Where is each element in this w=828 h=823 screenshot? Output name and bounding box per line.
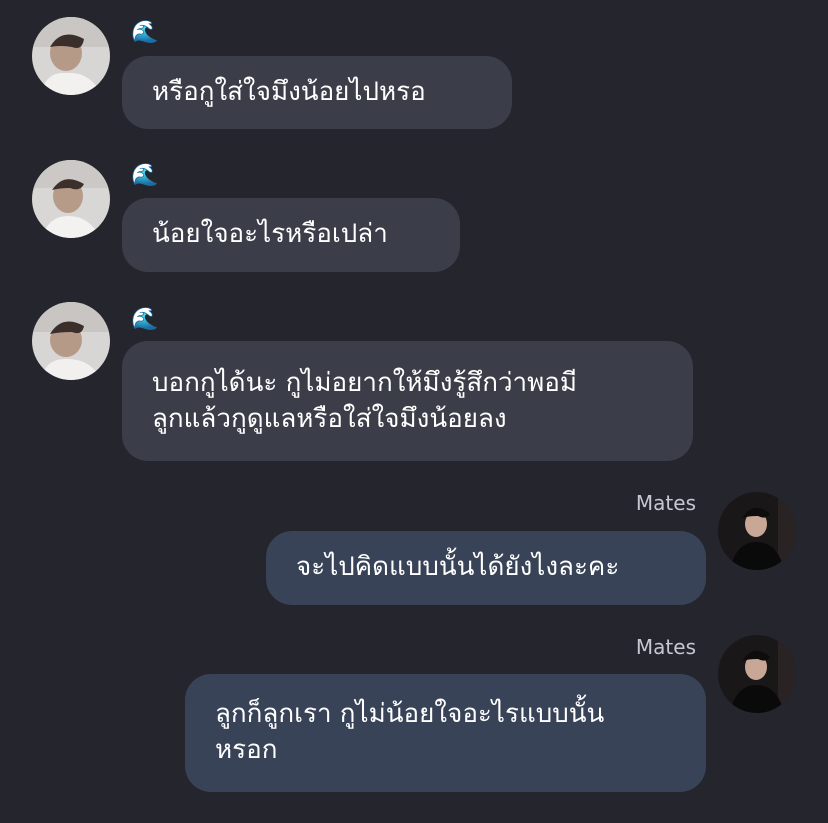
mates-photo-icon [718, 635, 796, 713]
mates-photo-icon [718, 492, 796, 570]
message-bubble-incoming[interactable]: หรือกูใส่ใจมึงน้อยไปหรอ [122, 56, 512, 129]
message-bubble-outgoing[interactable]: จะไปคิดแบบนั้นได้ยังไงละคะ [266, 531, 706, 605]
contact-avatar[interactable] [32, 302, 110, 380]
message-bubble-outgoing[interactable]: ลูกก็ลูกเรา กูไม่น้อยใจอะไรแบบนั้น หรอก [185, 674, 706, 792]
contact-avatar[interactable] [32, 160, 110, 238]
contact-photo-icon [32, 160, 110, 238]
message-bubble-incoming[interactable]: บอกกูได้นะ กูไม่อยากให้มึงรู้สึกว่าพอมี … [122, 341, 693, 461]
sender-name: 🌊 [131, 307, 159, 332]
sender-name: 🌊 [131, 163, 159, 188]
sender-name: 🌊 [131, 20, 159, 45]
contact-avatar[interactable] [32, 17, 110, 95]
mates-avatar[interactable] [718, 492, 796, 570]
contact-photo-icon [32, 302, 110, 380]
message-bubble-incoming[interactable]: น้อยใจอะไรหรือเปล่า [122, 198, 460, 272]
sender-name: Mates [635, 491, 696, 515]
contact-photo-icon [32, 17, 110, 95]
mates-avatar[interactable] [718, 635, 796, 713]
sender-name: Mates [635, 635, 696, 659]
